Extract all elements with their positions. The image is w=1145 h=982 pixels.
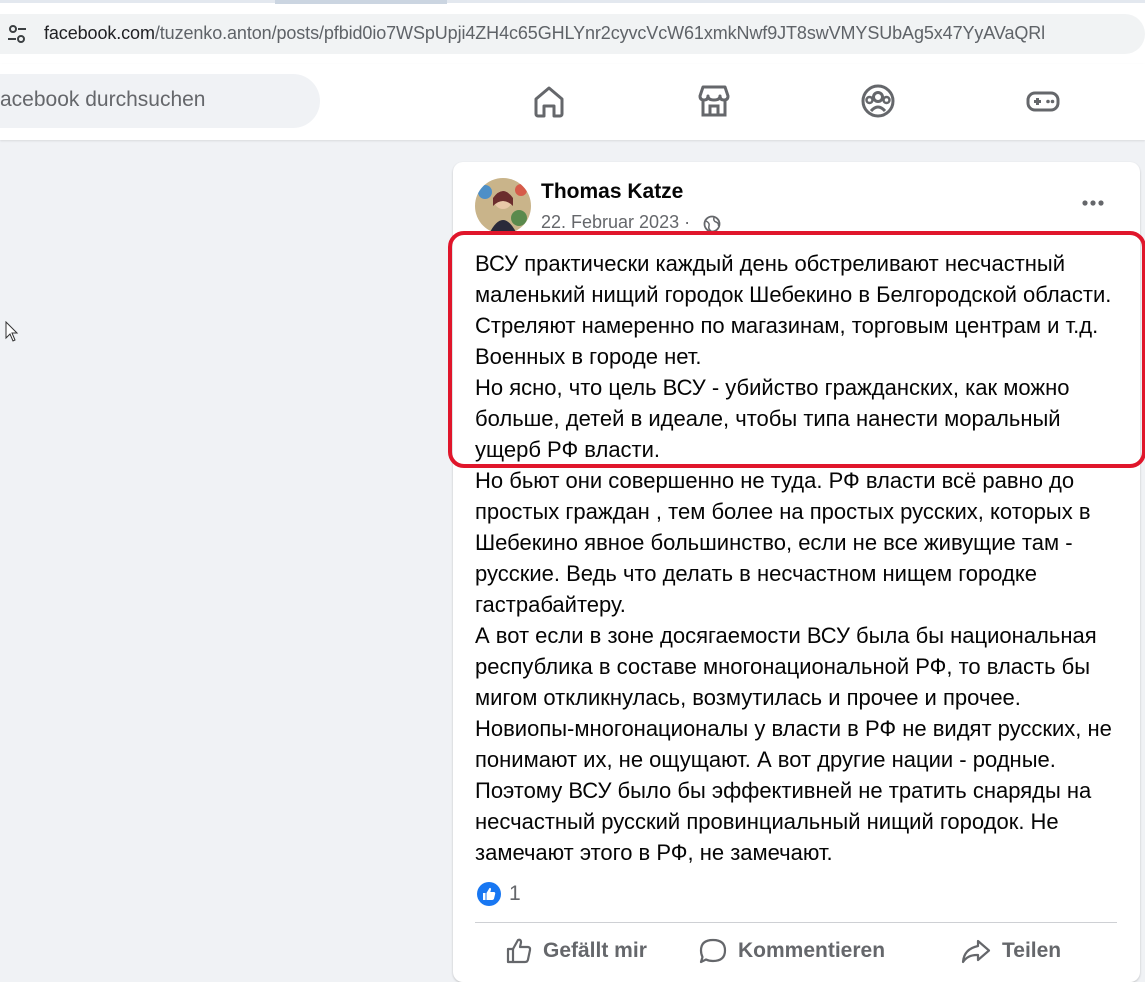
share-icon xyxy=(961,939,991,964)
tune-icon[interactable] xyxy=(5,22,29,46)
post-author[interactable]: Thomas Katze xyxy=(541,180,683,204)
comment-button-label: Kommentieren xyxy=(738,939,886,962)
share-button[interactable]: Teilen xyxy=(960,936,1061,966)
post-divider xyxy=(475,922,1117,923)
browser-tab-strip xyxy=(0,0,1145,3)
search-placeholder: acebook durchsuchen xyxy=(0,88,206,111)
groups-icon[interactable] xyxy=(859,82,897,120)
post-paragraph: А вот если в зоне досягаемости ВСУ была … xyxy=(475,623,1112,865)
url-path: /tuzenko.anton/posts/pfbid0io7WSpUpji4ZH… xyxy=(154,23,1046,43)
comment-button[interactable]: Kommentieren xyxy=(698,936,885,966)
reaction-count[interactable]: 1 xyxy=(509,882,521,906)
active-tab-indicator xyxy=(275,0,447,4)
red-highlight-annotation xyxy=(448,231,1145,468)
marketplace-icon[interactable] xyxy=(695,82,733,120)
more-options-icon[interactable] xyxy=(1080,193,1106,213)
gaming-icon[interactable] xyxy=(1024,82,1062,120)
like-reaction-icon[interactable] xyxy=(477,882,501,906)
mouse-cursor-icon xyxy=(5,321,19,342)
url-host: facebook.com xyxy=(44,23,155,43)
like-button[interactable]: Gefällt mir xyxy=(505,936,647,966)
browser-address-bar: facebook.com/tuzenko.anton/posts/pfbid0i… xyxy=(0,0,1145,65)
post-paragraph: Но бьют они совершенно не туда. РФ власт… xyxy=(475,468,1091,617)
like-button-label: Gefällt mir xyxy=(543,939,647,962)
home-icon[interactable] xyxy=(530,82,568,120)
share-button-label: Teilen xyxy=(1002,939,1062,962)
comment-icon xyxy=(699,938,727,964)
thumbs-up-icon xyxy=(506,938,532,964)
post-date[interactable]: 22. Februar 2023 · xyxy=(541,212,690,233)
author-avatar[interactable] xyxy=(475,178,531,234)
url-text[interactable]: facebook.com/tuzenko.anton/posts/pfbid0i… xyxy=(44,23,1045,44)
